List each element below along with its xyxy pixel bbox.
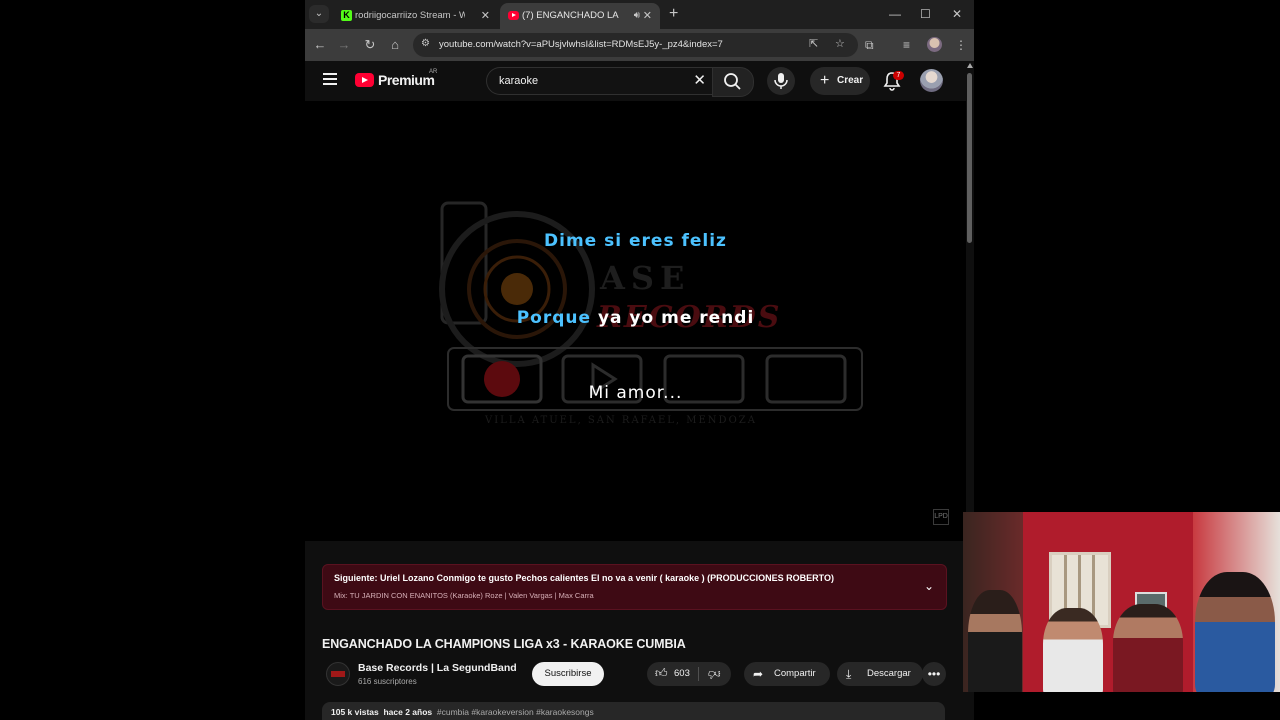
bookmark-star-icon[interactable]: ☆ <box>835 37 845 50</box>
microphone-icon <box>774 73 788 89</box>
minimize-button[interactable]: — <box>889 4 901 24</box>
video-title: ENGANCHADO LA CHAMPIONS LIGA x3 - KARAOK… <box>322 637 686 651</box>
lyric-line-1: Dime si eres feliz <box>544 231 727 251</box>
view-count: 105 k vistas <box>331 707 379 717</box>
share-label: Compartir <box>774 668 816 679</box>
search-box[interactable]: karaoke ✕ <box>486 67 712 95</box>
home-button[interactable]: ⌂ <box>385 35 405 55</box>
new-tab-button[interactable]: + <box>669 3 678 25</box>
browser-toolbar: ← → ↻ ⌂ ⚙ youtube.com/watch?v=aPUsjvlwhs… <box>305 29 974 61</box>
media-controls-icon[interactable]: ≡ <box>903 35 910 55</box>
up-next-label: Siguiente: <box>334 573 378 583</box>
tab-title: (7) ENGANCHADO LA CHA <box>522 10 620 21</box>
youtube-icon <box>508 11 519 20</box>
create-button[interactable]: + Crear <box>810 67 870 95</box>
hashtags[interactable]: #cumbia #karaokeversion #karaokesongs <box>437 707 594 717</box>
tab-kick-stream[interactable]: K rodriigocarriizo Stream - Watch ✕ <box>333 3 498 29</box>
subscriber-count: 616 suscriptores <box>358 677 417 686</box>
menu-kebab-icon[interactable]: ⋮ <box>955 35 967 55</box>
mix-title[interactable]: Mix: TU JARDIN CON ENANITOS (Karaoke) Ro… <box>334 591 594 600</box>
thumbs-up-icon[interactable]: 👍︎ <box>655 666 668 681</box>
youtube-logo[interactable] <box>355 73 374 87</box>
webcam-person <box>1195 572 1275 692</box>
address-bar[interactable]: ⚙ youtube.com/watch?v=aPUsjvlwhsI&list=R… <box>413 33 858 57</box>
tab-strip: ⌄ K rodriigocarriizo Stream - Watch ✕ (7… <box>305 0 974 29</box>
channel-name[interactable]: Base Records | La SegundBand <box>358 662 517 674</box>
close-window-button[interactable]: ✕ <box>952 4 962 24</box>
browser-window: ⌄ K rodriigocarriizo Stream - Watch ✕ (7… <box>305 0 974 720</box>
like-count[interactable]: 603 <box>674 662 690 686</box>
up-next-title[interactable]: Siguiente: Uriel Lozano Conmigo te gusto… <box>334 573 834 583</box>
close-icon[interactable]: ✕ <box>643 3 652 29</box>
voice-search-button[interactable] <box>767 67 795 95</box>
lyric-line-2: Porque ya yo me rendi <box>305 308 966 328</box>
lyric-line-3: Mi amor... <box>588 383 683 403</box>
channel-watermark-badge[interactable]: LPD <box>933 509 949 525</box>
clear-search-icon[interactable]: ✕ <box>693 68 706 94</box>
scroll-up-arrow-icon[interactable] <box>967 63 973 68</box>
watermark-location-text: VILLA ATUEL, SAN RAFAEL, MENDOZA <box>485 415 757 426</box>
download-icon: ⤓ <box>846 667 852 681</box>
site-info-icon[interactable]: ⚙ <box>421 38 430 49</box>
up-next-panel[interactable]: Siguiente: Uriel Lozano Conmigo te gusto… <box>322 564 947 610</box>
speaker-icon[interactable]: 🔊︎ <box>634 3 640 29</box>
more-actions-button[interactable]: ••• <box>922 662 946 686</box>
notification-badge: 7 <box>893 71 904 80</box>
install-app-icon[interactable]: ⇱ <box>809 37 818 50</box>
description-box[interactable]: 105 k vistas hace 2 años #cumbia #karaok… <box>322 702 945 720</box>
like-dislike-group: 👍︎ 603 👍︎ <box>647 662 731 686</box>
video-player[interactable]: ASE RECORDS Dime si eres feliz Porque ya… <box>305 101 966 541</box>
scrollbar-thumb[interactable] <box>967 73 972 243</box>
hamburger-menu-icon[interactable] <box>323 73 337 85</box>
share-arrow-icon: ➦ <box>753 667 764 681</box>
lyric-highlight: Porque <box>516 308 592 328</box>
thumbs-down-icon[interactable]: 👍︎ <box>708 666 721 681</box>
svg-text:ASE: ASE <box>599 259 690 297</box>
maximize-button[interactable]: ☐ <box>920 4 931 24</box>
webcam-person <box>1043 608 1103 692</box>
tab-search-button[interactable]: ⌄ <box>309 5 329 23</box>
chevron-down-icon[interactable]: ⌄ <box>924 579 934 593</box>
account-avatar[interactable] <box>920 69 943 92</box>
webcam-overlay <box>963 512 1280 692</box>
url-text[interactable]: youtube.com/watch?v=aPUsjvlwhsI&list=RDM… <box>439 33 723 57</box>
upload-age: hace 2 años <box>383 707 433 717</box>
search-input[interactable]: karaoke <box>499 68 538 94</box>
search-button[interactable] <box>712 67 754 97</box>
kick-icon: K <box>341 10 352 21</box>
search-icon <box>724 73 741 90</box>
tab-title: rodriigocarriizo Stream - Watch <box>355 10 465 21</box>
download-label: Descargar <box>867 668 911 679</box>
tab-youtube-active[interactable]: (7) ENGANCHADO LA CHA 🔊︎ ✕ <box>500 3 660 29</box>
reload-button[interactable]: ↻ <box>360 35 380 55</box>
up-next-video-title[interactable]: Uriel Lozano Conmigo te gusto Pechos cal… <box>378 573 834 583</box>
profile-avatar[interactable] <box>927 37 942 52</box>
create-label: Crear <box>837 75 864 86</box>
plus-icon: + <box>820 72 830 89</box>
webcam-person <box>1113 604 1183 692</box>
country-code: AR <box>429 69 438 75</box>
download-button[interactable]: ⤓ Descargar <box>837 662 923 686</box>
extensions-icon[interactable]: ⧉ <box>865 35 874 55</box>
youtube-header: Premium AR karaoke ✕ + Crear 7 <box>305 61 966 101</box>
description-meta: 105 k vistas hace 2 años #cumbia #karaok… <box>331 707 594 717</box>
back-button[interactable]: ← <box>310 35 330 55</box>
webcam-person <box>968 590 1022 692</box>
forward-button[interactable]: → <box>334 35 354 55</box>
like-divider <box>698 667 699 681</box>
subscribe-button[interactable]: Suscribirse <box>532 662 604 686</box>
channel-avatar[interactable] <box>326 662 350 686</box>
premium-wordmark[interactable]: Premium <box>378 72 435 88</box>
close-icon[interactable]: ✕ <box>481 3 490 29</box>
share-button[interactable]: ➦ Compartir <box>744 662 830 686</box>
lyric-rest: ya yo me rendi <box>591 308 755 328</box>
